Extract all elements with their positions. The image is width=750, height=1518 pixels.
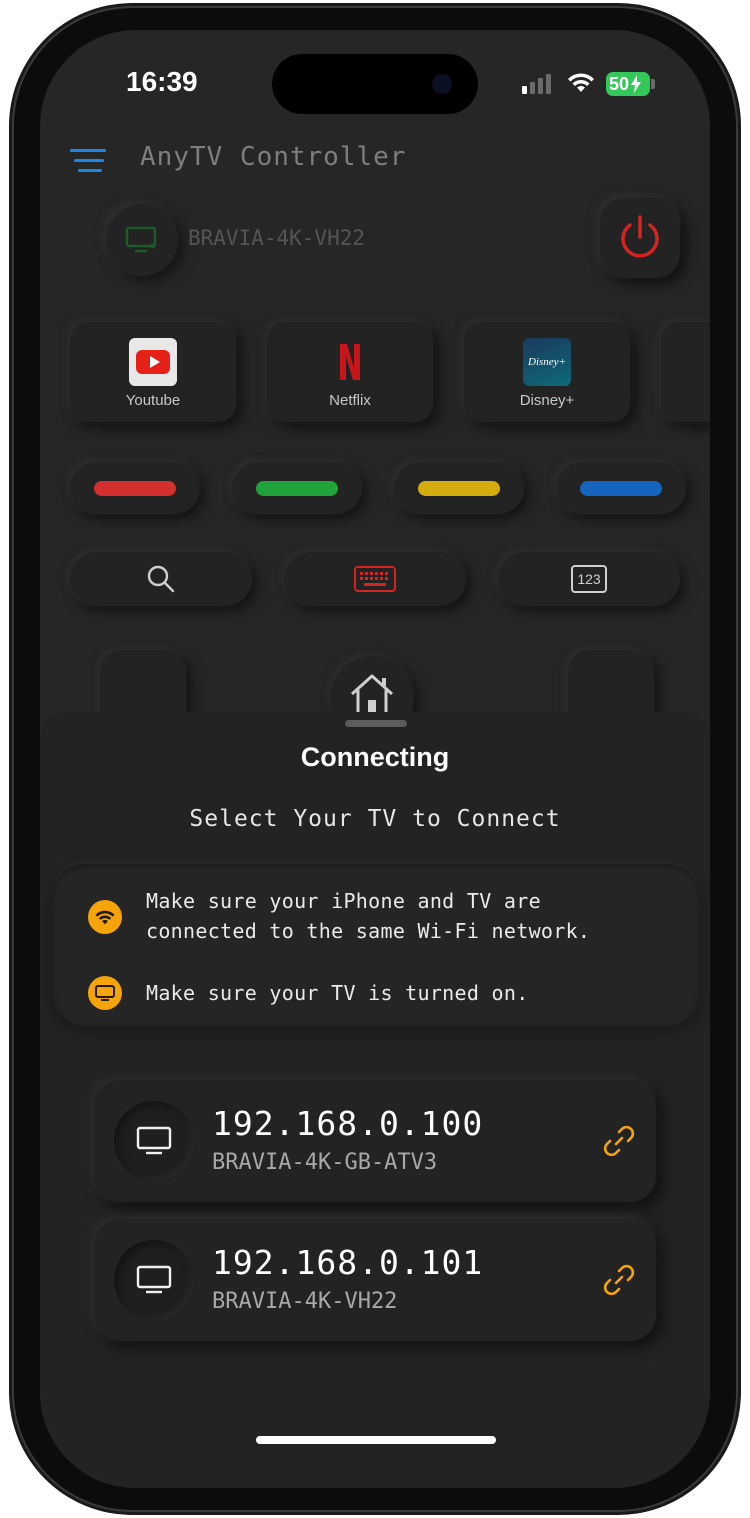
tv-icon [88,976,122,1010]
sheet-title: Connecting [300,742,450,772]
wifi-icon [88,900,122,934]
disney-plus-icon: Disney+ [523,338,571,386]
app-tile-disney-plus[interactable]: Disney+ Disney+ [464,322,630,422]
connected-device-name: BRAVIA-4K-VH22 [188,226,366,250]
home-icon [350,674,394,712]
yellow-key-bar [418,481,500,496]
app-title: AnyTV Controller [140,142,407,172]
charging-icon [631,75,642,93]
search-button[interactable] [70,552,252,606]
tv-icon [114,1240,194,1320]
search-icon [147,565,175,593]
cast-icon [125,226,157,253]
netflix-icon [340,344,360,380]
battery-tip [651,79,655,89]
numpad-label: 123 [577,571,601,587]
blue-key-bar [580,481,662,496]
blue-key-button[interactable] [556,462,686,514]
device-name: BRAVIA-4K-VH22 [212,1289,398,1314]
wifi-icon [568,73,594,92]
power-icon [621,215,659,258]
signal-icon [522,74,551,94]
device-ip: 192.168.0.101 [212,1243,484,1282]
home-indicator[interactable] [256,1436,496,1444]
battery-indicator: 50 [606,72,650,96]
app-tile-netflix[interactable]: Netflix [267,322,433,422]
app-tile-youtube[interactable]: Youtube [70,322,236,422]
power-button[interactable] [600,198,680,278]
device-row[interactable]: 192.168.0.100 BRAVIA-4K-GB-ATV3 [94,1080,656,1202]
green-key-button[interactable] [232,462,362,514]
device-row[interactable]: 192.168.0.101 BRAVIA-4K-VH22 [94,1219,656,1341]
device-ip: 192.168.0.100 [212,1104,484,1143]
link-icon[interactable] [602,1124,636,1158]
screen: 16:39 50 AnyTV Controller BRAVIA-4K-VH22 [40,30,710,1488]
yellow-key-button[interactable] [394,462,524,514]
app-tile-more[interactable] [661,322,710,422]
tip-wifi-text: Make sure your iPhone and TV are connect… [146,886,590,946]
red-key-bar [94,481,176,496]
tv-icon [114,1101,194,1181]
numpad-icon: 123 [571,565,607,593]
sheet-grabber[interactable] [345,720,407,727]
keyboard-icon [354,566,396,592]
menu-icon[interactable] [70,148,106,174]
dynamic-island [272,54,478,114]
connected-device-button[interactable] [106,204,178,276]
tip-power-text: Make sure your TV is turned on. [146,981,529,1005]
link-icon[interactable] [602,1263,636,1297]
battery-level: 50 [609,73,630,94]
app-label: Disney+ [519,392,575,409]
app-label: Netflix [329,392,371,409]
green-key-bar [256,481,338,496]
disney-plus-logo-text: Disney+ [528,356,566,368]
numpad-button[interactable]: 123 [498,552,680,606]
youtube-icon [129,338,177,386]
tip-line: Make sure your iPhone and TV are [146,889,541,913]
connecting-sheet: Connecting Select Your TV to Connect Mak… [40,712,710,1488]
tip-line: connected to the same Wi-Fi network. [146,919,591,943]
camera-icon [432,74,452,94]
device-name: BRAVIA-4K-GB-ATV3 [212,1150,438,1175]
red-key-button[interactable] [70,462,200,514]
sheet-subtitle: Select Your TV to Connect [189,806,561,832]
tips-card: Make sure your iPhone and TV are connect… [52,864,700,1026]
keyboard-button[interactable] [284,552,466,606]
app-label: Youtube [125,392,181,409]
status-time: 16:39 [126,66,198,97]
